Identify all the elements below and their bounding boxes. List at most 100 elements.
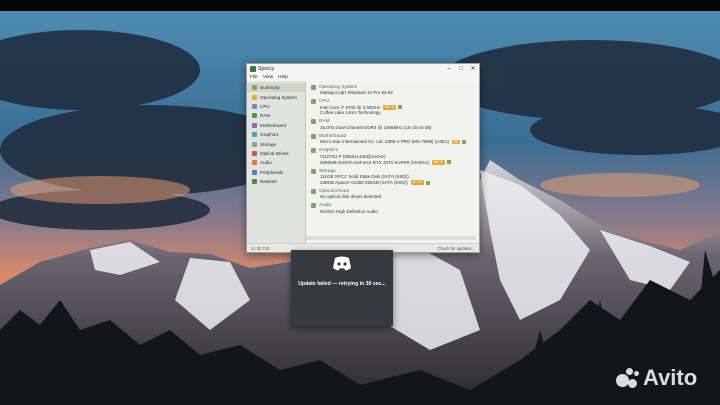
section-ram: RAM 16,0ГБ Dual-Channel DDR4 @ 1066MHz (1… <box>311 119 475 131</box>
check-updates-link[interactable]: Check for updates... <box>438 246 475 251</box>
horizontal-scrollbar[interactable] <box>306 236 476 240</box>
section-icon <box>311 119 316 125</box>
section-icon <box>311 84 316 90</box>
temperature-badge: 35 °C <box>383 104 397 110</box>
section-icon <box>311 133 316 139</box>
section-title: Operating System <box>319 84 358 90</box>
discord-updater-window: Update failed — retrying in 30 sec... <box>291 250 393 326</box>
sidebar-item-label: RAM <box>260 113 271 119</box>
section-detail-line: 16,0ГБ Dual-Channel DDR4 @ 1066MHz (15-1… <box>311 125 475 131</box>
section-icon <box>311 168 316 174</box>
temperature-badge: 40 °C <box>410 179 424 185</box>
section-title: RAM <box>319 119 330 125</box>
section-title: Graphics <box>319 148 339 154</box>
minimize-button[interactable]: – <box>443 64 455 74</box>
maximize-button[interactable]: □ <box>455 64 467 74</box>
avito-watermark: Avito <box>614 365 697 391</box>
section-title: Motherboard <box>319 133 347 139</box>
section-storage: Storage 111GB SPCC Solid State Disk (SATA… <box>311 168 475 185</box>
sidebar-item-summary[interactable]: Summary <box>247 83 305 93</box>
temperature-graph-icon[interactable] <box>425 180 430 185</box>
motherboard-icon <box>252 122 257 128</box>
peripherals-icon <box>252 169 257 175</box>
temperature-badge: 46 °C <box>431 159 446 165</box>
temperature-graph-icon[interactable] <box>461 140 466 145</box>
section-detail-line: NVIDIA High Definition Audio <box>311 209 475 215</box>
section-icon <box>311 99 316 105</box>
windows-icon <box>252 94 257 100</box>
graphics-icon <box>252 132 257 138</box>
sidebar-item-label: Storage <box>260 141 277 147</box>
cpu-icon <box>252 103 257 109</box>
detail-text: Micro-Star International Co. Ltd. Z390-A… <box>320 139 450 145</box>
sidebar-item-network[interactable]: Network <box>247 177 305 186</box>
speccy-app-icon <box>250 66 256 72</box>
menu-file[interactable]: File <box>250 74 258 81</box>
detail-text: 16,0ГБ Dual-Channel DDR4 @ 1066MHz (15-1… <box>320 124 432 130</box>
menu-help[interactable]: Help <box>278 74 288 81</box>
version-label: v1.32.740 <box>251 245 270 251</box>
sidebar-item-operating-system[interactable]: Operating System <box>247 92 305 101</box>
sidebar-item-label: Optical Drives <box>260 150 289 156</box>
speccy-window[interactable]: Speccy – □ ✕ File View Help Summary Opera… <box>246 63 480 253</box>
titlebar[interactable]: Speccy – □ ✕ <box>247 64 479 74</box>
ram-icon <box>252 113 257 119</box>
sidebar-item-label: Audio <box>260 160 272 166</box>
sidebar: Summary Operating System CPU RAM Motherboard… <box>247 81 306 243</box>
sidebar-item-storage[interactable]: Storage <box>247 139 305 148</box>
temperature-badge: 33 <box>452 139 460 145</box>
section-title: Optical Drives <box>319 188 349 194</box>
discord-logo-icon <box>333 256 351 271</box>
avito-logo-icon <box>614 365 640 391</box>
temperature-graph-icon[interactable] <box>447 160 452 165</box>
section-detail-line: Майкрософт Windows 10 Pro 64-bit <box>311 90 475 96</box>
summary-content: Operating System Майкрософт Windows 10 Pr… <box>306 81 479 243</box>
sidebar-item-peripherals[interactable]: Peripherals <box>247 168 305 177</box>
summary-icon <box>252 85 257 91</box>
sidebar-item-label: Network <box>260 179 277 185</box>
sidebar-item-audio[interactable]: Audio <box>247 158 305 167</box>
section-detail-line: 238GB Apacer AS350 256GB (SATA (SSD)) 40 … <box>311 180 475 186</box>
sidebar-item-motherboard[interactable]: Motherboard <box>247 121 305 130</box>
monitor-bezel <box>0 0 720 11</box>
section-operating-system: Operating System Майкрософт Windows 10 Pr… <box>311 84 475 96</box>
section-cpu: CPU Intel Core i7 9700 @ 3.00GHz 35 °C Coff… <box>311 99 475 116</box>
section-title: Storage <box>319 168 336 174</box>
update-status-message: Update failed — retrying in 30 sec... <box>298 281 386 287</box>
storage-icon <box>252 141 257 147</box>
sidebar-item-label: Motherboard <box>260 122 287 128</box>
section-icon <box>311 188 316 194</box>
section-detail-line: No optical disk drives detected <box>311 194 475 200</box>
window-title: Speccy <box>258 66 275 72</box>
detail-text: No optical disk drives detected <box>320 194 382 200</box>
temperature-graph-icon[interactable] <box>398 105 403 110</box>
detail-text: 4095MB NVIDIA GeForce RTX 2070 SUPER (NV… <box>320 159 429 165</box>
section-title: CPU <box>319 99 330 105</box>
menu-view[interactable]: View <box>263 74 273 81</box>
sidebar-item-ram[interactable]: RAM <box>247 111 305 120</box>
sidebar-item-label: Peripherals <box>260 169 284 175</box>
section-icon <box>311 148 316 154</box>
section-icon <box>311 203 316 209</box>
close-button[interactable]: ✕ <box>467 64 479 74</box>
sidebar-item-label: CPU <box>260 103 270 109</box>
section-detail-line: Micro-Star International Co. Ltd. Z390-A… <box>311 139 475 145</box>
optical-drive-icon <box>252 150 257 156</box>
section-detail-line: Coffee Lake 14nm Technology <box>311 110 475 116</box>
avito-watermark-text: Avito <box>643 365 698 390</box>
network-icon <box>252 179 257 185</box>
sidebar-item-label: Summary <box>260 85 280 91</box>
section-title: Audio <box>319 203 332 209</box>
section-motherboard: Motherboard Micro-Star International Co. … <box>311 133 475 145</box>
section-optical-drives: Optical Drives No optical disk drives det… <box>311 188 475 200</box>
section-detail-line: 4095MB NVIDIA GeForce RTX 2070 SUPER (NV… <box>311 160 475 166</box>
sidebar-item-optical-drives[interactable]: Optical Drives <box>247 149 305 158</box>
sidebar-item-graphics[interactable]: Graphics <box>247 130 305 139</box>
detail-text: Coffee Lake 14nm Technology <box>320 110 381 116</box>
section-graphics: Graphics VG270U P (2560x1440@144Hz) 4095MB… <box>311 148 475 165</box>
detail-text: NVIDIA High Definition Audio <box>320 208 378 214</box>
detail-text: Майкрософт Windows 10 Pro 64-bit <box>320 90 393 95</box>
section-audio: Audio NVIDIA High Definition Audio <box>311 203 475 215</box>
sidebar-item-cpu[interactable]: CPU <box>247 102 305 111</box>
detail-text: 238GB Apacer AS350 256GB (SATA (SSD)) <box>320 179 408 185</box>
